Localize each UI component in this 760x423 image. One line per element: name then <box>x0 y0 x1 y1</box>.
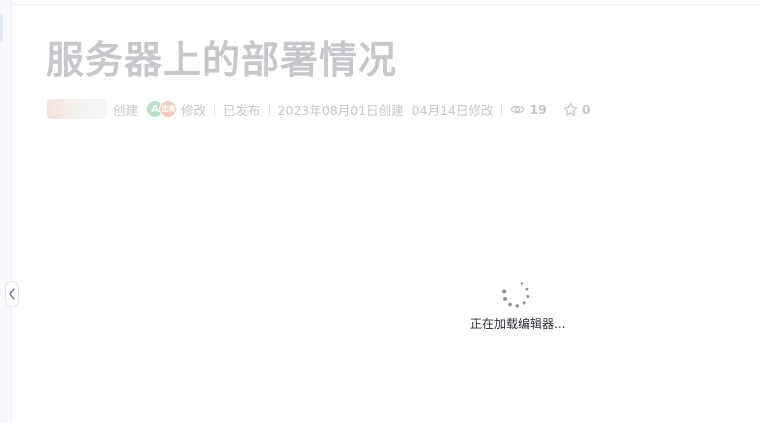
sidebar-collapse-button[interactable] <box>5 281 19 307</box>
meta-divider <box>214 103 216 115</box>
left-sidebar-rail <box>0 0 12 423</box>
spinner-dot <box>520 282 524 285</box>
doc-meta-bar: 创建 A 沈海 修改 已发布 2023年08月01日创建 04月14日修改 19 <box>47 98 591 120</box>
meta-divider <box>268 103 270 115</box>
star-count[interactable]: 0 <box>563 102 591 117</box>
author-avatar-blurred[interactable] <box>47 99 107 119</box>
avatar[interactable]: 沈海 <box>159 100 178 118</box>
top-divider <box>0 4 760 5</box>
created-date: 2023年08月01日创建 <box>277 102 404 118</box>
spinner-dot <box>503 296 507 301</box>
spinner-dot <box>515 304 519 308</box>
spinner-dot <box>525 287 529 291</box>
view-count: 19 <box>510 101 547 117</box>
editor-loading-text: 正在加载编辑器... <box>470 317 566 331</box>
spinner-dot <box>502 289 507 294</box>
doc-page: 服务器上的部署情况 创建 A 沈海 修改 已发布 2023年08月01日创建 0… <box>0 0 760 423</box>
created-label: 创建 <box>113 102 139 118</box>
eye-icon <box>510 104 529 115</box>
loading-spinner <box>499 277 533 311</box>
meta-divider <box>501 103 503 115</box>
page-title: 服务器上的部署情况 <box>46 38 398 82</box>
publish-status: 已发布 <box>223 102 261 118</box>
star-count-value: 0 <box>581 101 591 117</box>
spinner-dot <box>508 302 512 307</box>
modified-date: 04月14日修改 <box>411 102 494 118</box>
star-icon[interactable] <box>563 102 582 117</box>
sidebar-active-indicator <box>0 14 3 42</box>
spinner-dot <box>522 301 526 305</box>
chevron-left-icon <box>8 288 16 300</box>
view-count-value: 19 <box>529 101 547 117</box>
modified-label: 修改 <box>181 102 207 118</box>
spinner-dot <box>526 295 530 298</box>
modifier-avatars[interactable]: A 沈海 <box>146 100 178 118</box>
